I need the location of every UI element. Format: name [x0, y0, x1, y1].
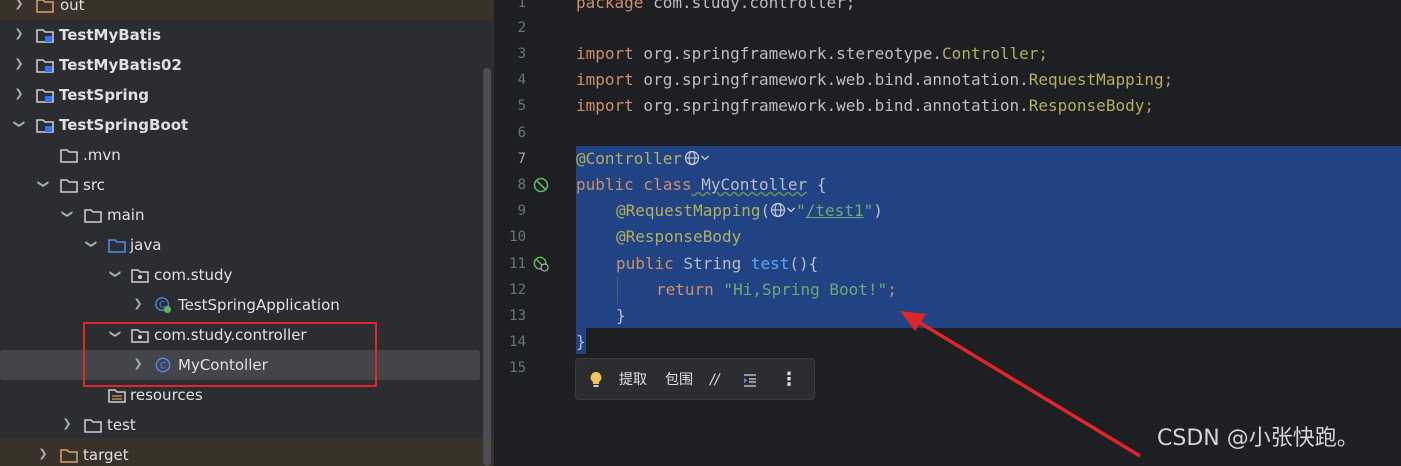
- folder-icon: [36, 0, 54, 13]
- tree-item-mvn[interactable]: .mvn: [0, 140, 480, 170]
- tree-item-testspringapplication[interactable]: ❯ C TestSpringApplication: [0, 290, 480, 320]
- chevron-right-icon[interactable]: ❯: [12, 57, 26, 71]
- tree-item-testmybatis02[interactable]: ❯ TestMyBatis02: [0, 50, 480, 80]
- tree-item-testspring[interactable]: ❯ TestSpring: [0, 80, 480, 110]
- resources-folder-icon: [108, 389, 126, 403]
- folder-icon: [84, 419, 102, 433]
- highlight-box: [83, 322, 377, 387]
- chevron-right-icon[interactable]: ❯: [131, 297, 145, 311]
- tree-item-out[interactable]: ❯ out: [0, 0, 494, 20]
- tree-item-label: TestMyBatis: [59, 26, 162, 44]
- tree-item-src[interactable]: ❯ src: [0, 170, 480, 200]
- module-folder-icon: [36, 89, 54, 103]
- spring-class-icon: C: [155, 297, 171, 313]
- tree-item-label: target: [83, 446, 129, 464]
- folder-icon: [60, 149, 78, 163]
- folder-icon: [84, 209, 102, 223]
- tree-item-test[interactable]: ❯ test: [0, 410, 480, 440]
- chevron-right-icon[interactable]: ❯: [12, 0, 26, 11]
- chevron-right-icon[interactable]: ❯: [12, 87, 26, 101]
- package-icon: [131, 269, 149, 283]
- folder-icon: [60, 179, 78, 193]
- project-tree: ❯ out ❯ TestMyBatis ❯ TestMyBatis02 ❯ Te…: [0, 0, 494, 466]
- tree-item-main[interactable]: ❯ main: [0, 200, 480, 230]
- tree-item-java[interactable]: ❯ java: [0, 230, 480, 260]
- tree-item-label: java: [130, 236, 162, 254]
- chevron-right-icon[interactable]: ❯: [12, 27, 26, 41]
- tree-item-testmybatis[interactable]: ❯ TestMyBatis: [0, 20, 480, 50]
- tree-item-testspringboot[interactable]: ❯ TestSpringBoot: [0, 110, 480, 140]
- tree-item-label: test: [107, 416, 136, 434]
- tree-item-label: com.study: [154, 266, 233, 284]
- module-folder-icon: [36, 59, 54, 73]
- tree-item-target[interactable]: ❯ target: [0, 438, 494, 466]
- chevron-right-icon[interactable]: ❯: [60, 417, 74, 431]
- module-folder-icon: [36, 29, 54, 43]
- chevron-down-icon[interactable]: ❯: [12, 117, 26, 131]
- chevron-down-icon[interactable]: ❯: [36, 177, 50, 191]
- watermark: CSDN @小张快跑。: [1157, 426, 1359, 451]
- tree-item-label: main: [107, 206, 145, 224]
- module-folder-icon: [36, 119, 54, 133]
- code-editor[interactable]: 1 2 3 4 5 6 7 8 9 10 11 12 13 14 15 pack…: [494, 0, 1401, 466]
- tree-item-label: TestSpringApplication: [178, 296, 340, 314]
- tree-item-label: .mvn: [83, 146, 121, 164]
- tree-item-label: TestSpring: [59, 86, 150, 104]
- chevron-down-icon[interactable]: ❯: [60, 207, 74, 221]
- excluded-folder-icon: [60, 449, 78, 463]
- source-folder-icon: [108, 239, 126, 253]
- tree-item-label: src: [83, 176, 105, 194]
- tree-item-com-study[interactable]: ❯ com.study: [0, 260, 480, 290]
- tree-scrollbar[interactable]: [483, 68, 491, 466]
- tree-item-label: TestSpringBoot: [59, 116, 189, 134]
- tree-item-label: out: [60, 0, 85, 14]
- chevron-down-icon[interactable]: ❯: [84, 237, 98, 251]
- chevron-down-icon[interactable]: ❯: [108, 267, 122, 281]
- chevron-right-icon[interactable]: ❯: [36, 447, 50, 461]
- annotation-arrow: [900, 311, 1141, 458]
- tree-item-label: TestMyBatis02: [59, 56, 182, 74]
